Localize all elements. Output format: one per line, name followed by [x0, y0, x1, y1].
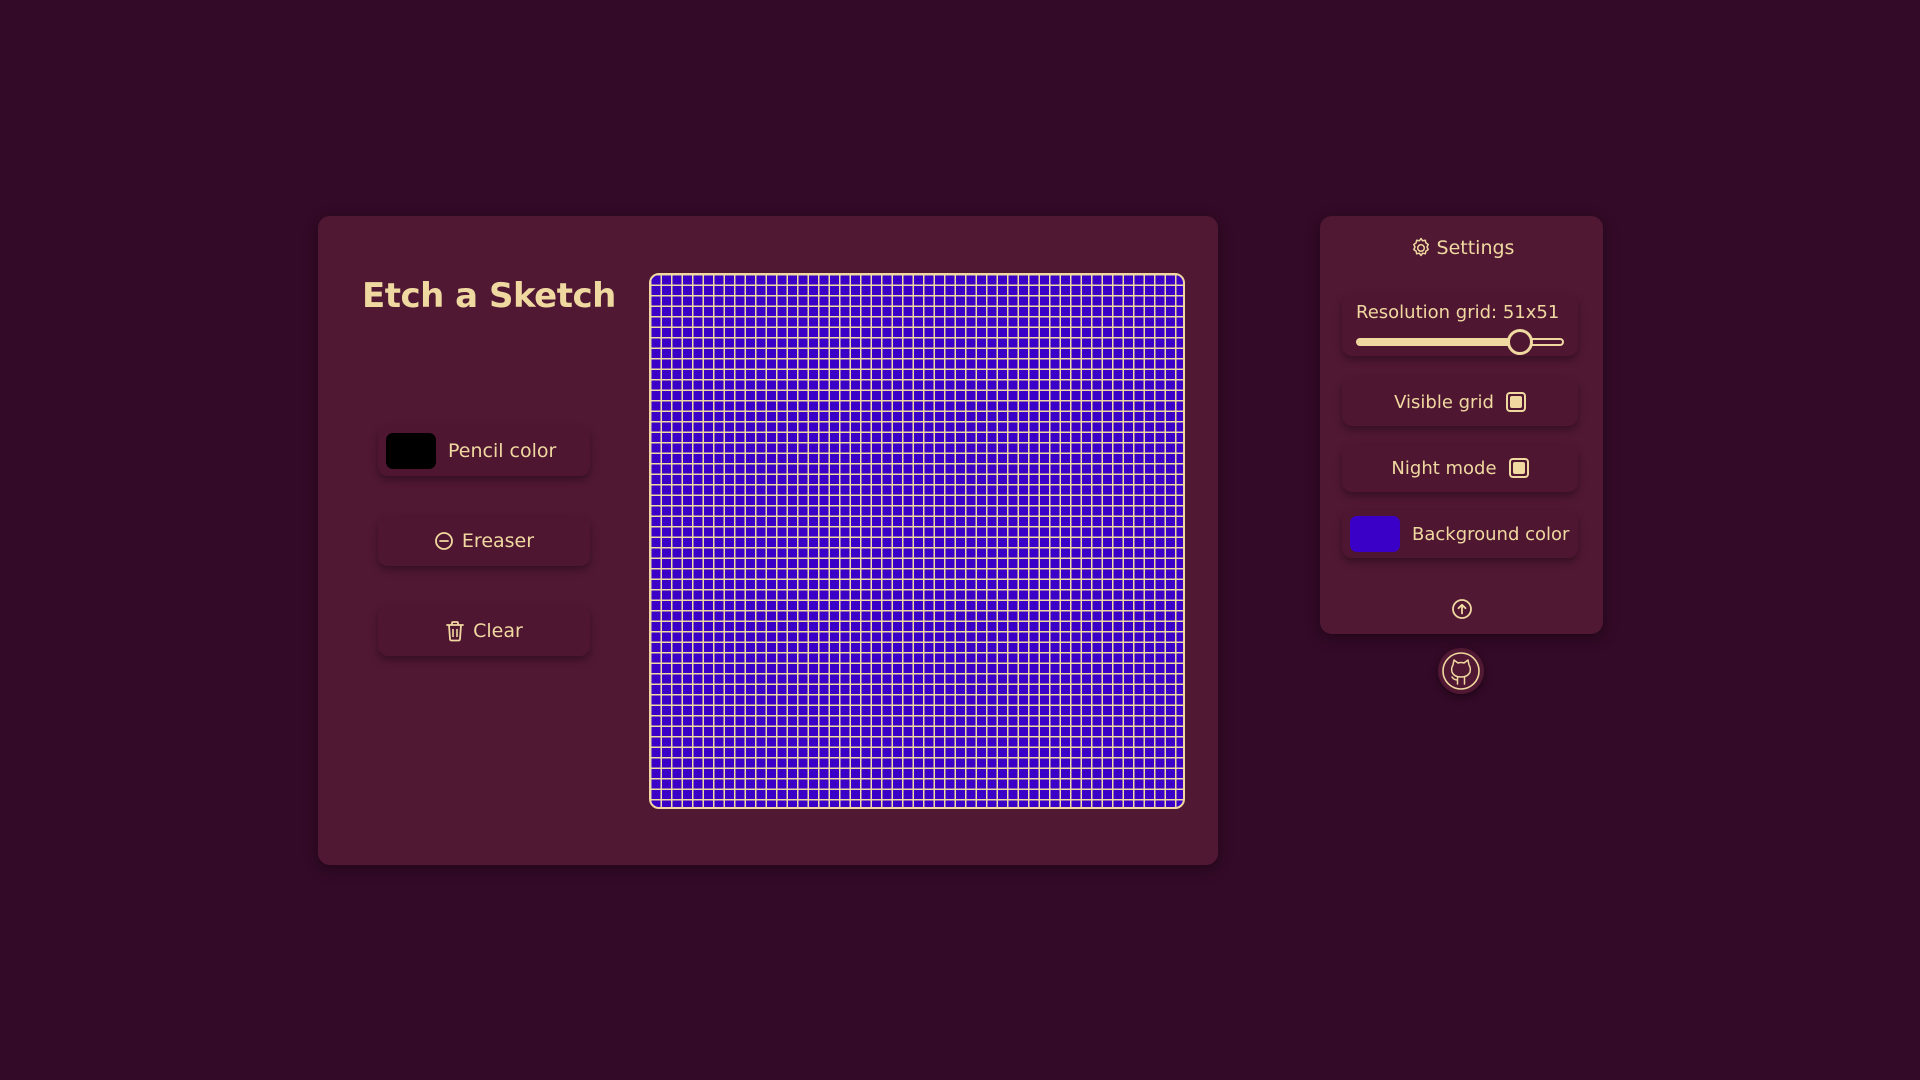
- resolution-slider[interactable]: [1356, 329, 1564, 355]
- app-title: Etch a Sketch: [362, 276, 616, 316]
- visible-grid-card: Visible grid: [1342, 378, 1578, 426]
- clear-label: Clear: [473, 620, 523, 642]
- clear-button[interactable]: Clear: [378, 606, 590, 656]
- minus-circle-icon: [434, 531, 454, 551]
- night-mode-label: Night mode: [1391, 457, 1497, 479]
- night-mode-card: Night mode: [1342, 444, 1578, 492]
- resolution-card: Resolution grid: 51x51: [1342, 294, 1578, 356]
- resolution-label: Resolution grid: 51x51: [1356, 302, 1560, 323]
- visible-grid-checkbox[interactable]: [1505, 392, 1526, 412]
- trash-icon: [445, 620, 465, 642]
- pencil-color-swatch[interactable]: [386, 433, 436, 469]
- sketch-board[interactable]: [649, 273, 1185, 809]
- background-color-button[interactable]: Background color: [1342, 510, 1578, 558]
- night-mode-checkbox[interactable]: [1508, 458, 1529, 478]
- main-panel: Etch a Sketch Pencil color Ereaser Clear: [318, 216, 1218, 865]
- background-color-swatch[interactable]: [1350, 516, 1400, 552]
- scroll-top-button[interactable]: [1320, 598, 1603, 620]
- pencil-color-label: Pencil color: [448, 440, 557, 462]
- background-color-label: Background color: [1412, 523, 1570, 545]
- visible-grid-label: Visible grid: [1394, 391, 1494, 413]
- resolution-slider-fill: [1358, 338, 1520, 346]
- eraser-label: Ereaser: [461, 530, 535, 552]
- settings-title: Settings: [1436, 237, 1515, 259]
- night-mode-check-mark: [1512, 462, 1525, 474]
- github-icon: [1441, 651, 1481, 691]
- eraser-button[interactable]: Ereaser: [378, 516, 590, 566]
- visible-grid-check-mark: [1509, 396, 1522, 408]
- pencil-color-button[interactable]: Pencil color: [378, 426, 590, 476]
- resolution-slider-thumb[interactable]: [1507, 329, 1533, 355]
- settings-header: Settings: [1320, 236, 1603, 260]
- arrow-up-circle-icon: [1451, 598, 1473, 620]
- gear-icon: [1409, 236, 1433, 260]
- settings-panel: Settings Resolution grid: 51x51 Visible …: [1320, 216, 1603, 634]
- github-link[interactable]: [1438, 648, 1484, 694]
